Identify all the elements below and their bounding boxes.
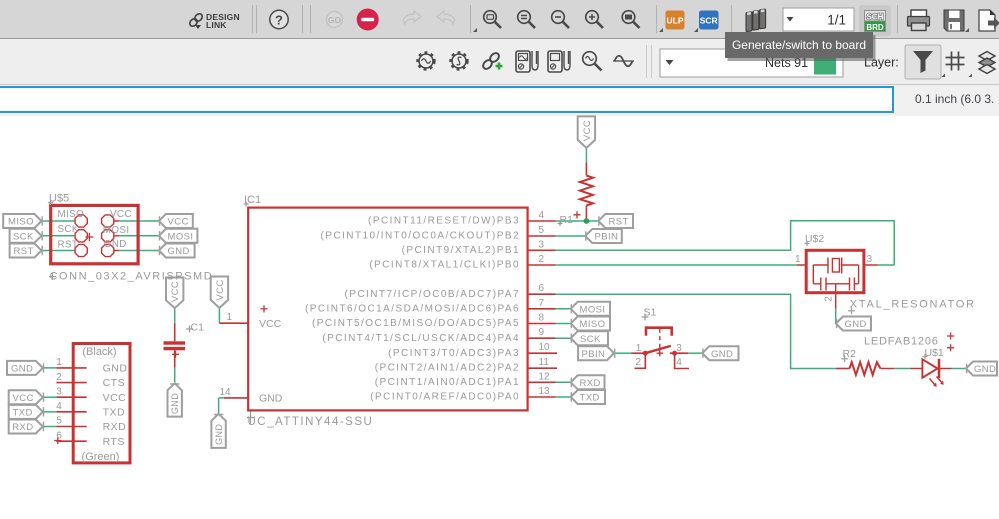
svg-text:SCK: SCK	[580, 334, 601, 345]
svg-text:(PCINT6/OC1A/SDA/MOSI/ADC6)PA6: (PCINT6/OC1A/SDA/MOSI/ADC6)PA6	[305, 303, 520, 314]
svg-text:VCC: VCC	[215, 279, 226, 300]
svg-text:MOSI: MOSI	[168, 231, 194, 242]
svg-text:(PCINT2/AIN1/ADC2)PA2: (PCINT2/AIN1/ADC2)PA2	[375, 362, 520, 373]
svg-text:(PCINT10/INT0/OC0A/CKOUT)PB2: (PCINT10/INT0/OC0A/CKOUT)PB2	[320, 231, 520, 242]
svg-text:PBIN: PBIN	[595, 232, 619, 243]
svg-text:6: 6	[539, 283, 545, 294]
svg-text:2: 2	[539, 254, 545, 265]
svg-text:(PCINT5/OC1B/MISO/DO/ADC5)PA5: (PCINT5/OC1B/MISO/DO/ADC5)PA5	[312, 318, 520, 329]
svg-text:7: 7	[539, 298, 545, 309]
svg-text:CONN_03X2_AVRISPSMD: CONN_03X2_AVRISPSMD	[50, 271, 214, 283]
svg-text:12: 12	[539, 371, 551, 382]
svg-text:VCC: VCC	[582, 120, 593, 141]
svg-text:10: 10	[539, 342, 551, 353]
svg-text:6: 6	[56, 430, 62, 441]
svg-text:(Green): (Green)	[82, 451, 120, 463]
svg-text:4: 4	[676, 357, 682, 368]
svg-text:MOSI: MOSI	[103, 225, 130, 236]
svg-text:GND: GND	[259, 392, 283, 404]
svg-text:3: 3	[676, 343, 682, 354]
svg-text:RST: RST	[14, 246, 34, 257]
svg-text:GND: GND	[711, 349, 733, 360]
svg-text:11: 11	[539, 357, 550, 368]
svg-text:RST: RST	[58, 239, 79, 250]
svg-text:MISO: MISO	[58, 209, 85, 220]
svg-text:RXD: RXD	[103, 421, 127, 433]
svg-text:1: 1	[636, 343, 642, 354]
svg-text:XTAL_RESONATOR: XTAL_RESONATOR	[850, 298, 976, 310]
svg-text:3: 3	[867, 254, 873, 265]
svg-text:VCC: VCC	[259, 318, 282, 330]
svg-text:VCC: VCC	[110, 209, 132, 220]
svg-text:CTS: CTS	[103, 377, 126, 389]
svg-text:4: 4	[56, 401, 62, 412]
svg-text:(PCINT7/ICP/OC0B/ADC7)PA7: (PCINT7/ICP/OC0B/ADC7)PA7	[344, 289, 520, 300]
svg-text:(PCINT9/XTAL2)PB1: (PCINT9/XTAL2)PB1	[402, 245, 520, 256]
svg-text:(PCINT3/T0/ADC3)PA3: (PCINT3/T0/ADC3)PA3	[388, 348, 520, 359]
svg-text:GND: GND	[11, 364, 33, 375]
svg-text:1: 1	[227, 312, 233, 323]
svg-text:TXD: TXD	[13, 407, 33, 418]
svg-text:(PCINT4/T1/SCL/USCK/ADC4)PA4: (PCINT4/T1/SCL/USCK/ADC4)PA4	[322, 333, 520, 344]
svg-text:SCK: SCK	[13, 231, 34, 242]
svg-text:GND: GND	[845, 319, 867, 330]
svg-text:GND: GND	[214, 424, 224, 445]
svg-text:2: 2	[56, 372, 62, 383]
svg-text:(PCINT11/RESET/DW)PB3: (PCINT11/RESET/DW)PB3	[368, 216, 520, 227]
svg-text:SCK: SCK	[58, 224, 79, 235]
svg-text:GND: GND	[104, 239, 127, 250]
svg-text:2: 2	[636, 357, 642, 368]
svg-text:TXD: TXD	[580, 393, 600, 404]
svg-text:MISO: MISO	[580, 319, 606, 330]
svg-text:MISO: MISO	[8, 217, 34, 228]
svg-text:VCC: VCC	[103, 392, 127, 404]
svg-text:5: 5	[56, 416, 62, 427]
svg-text:13: 13	[539, 386, 551, 397]
svg-text:4: 4	[539, 210, 545, 221]
svg-text:(PCINT1/AIN0/ADC1)PA1: (PCINT1/AIN0/ADC1)PA1	[375, 377, 520, 388]
svg-text:PBIN: PBIN	[582, 349, 606, 360]
svg-text:(PCINT8/XTAL1/CLKI)PB0: (PCINT8/XTAL1/CLKI)PB0	[369, 260, 520, 271]
svg-text:(Black): (Black)	[82, 346, 116, 358]
svg-text:RXD: RXD	[12, 422, 33, 433]
svg-text:9: 9	[539, 327, 545, 338]
svg-text:14: 14	[220, 387, 232, 398]
svg-text:1: 1	[56, 357, 62, 368]
svg-text:3: 3	[539, 239, 545, 250]
svg-text:RTS: RTS	[103, 436, 125, 448]
svg-text:RST: RST	[609, 217, 629, 228]
svg-text:LEDFAB1206: LEDFAB1206	[864, 336, 939, 348]
svg-text:C1: C1	[191, 322, 205, 334]
svg-text:TXD: TXD	[103, 407, 126, 419]
svg-text:GND: GND	[974, 364, 996, 375]
svg-text:8: 8	[539, 313, 545, 324]
svg-text:GND: GND	[103, 363, 128, 375]
svg-text:UC_ATTINY44-SSU: UC_ATTINY44-SSU	[248, 416, 374, 428]
svg-text:VCC: VCC	[168, 217, 189, 228]
svg-text:GND: GND	[170, 393, 180, 414]
svg-text:(PCINT0/AREF/ADC0)PA0: (PCINT0/AREF/ADC0)PA0	[370, 392, 520, 403]
svg-text:GND: GND	[168, 246, 190, 257]
svg-text:5: 5	[539, 225, 545, 236]
svg-text:1: 1	[795, 254, 801, 265]
svg-text:3: 3	[56, 386, 62, 397]
svg-text:U$1: U$1	[925, 347, 944, 359]
svg-text:VCC: VCC	[170, 281, 181, 302]
svg-text:RXD: RXD	[580, 378, 601, 389]
svg-text:MOSI: MOSI	[580, 304, 606, 315]
svg-text:R1: R1	[560, 214, 574, 226]
svg-text:VCC: VCC	[13, 393, 34, 404]
svg-text:2: 2	[823, 296, 834, 302]
